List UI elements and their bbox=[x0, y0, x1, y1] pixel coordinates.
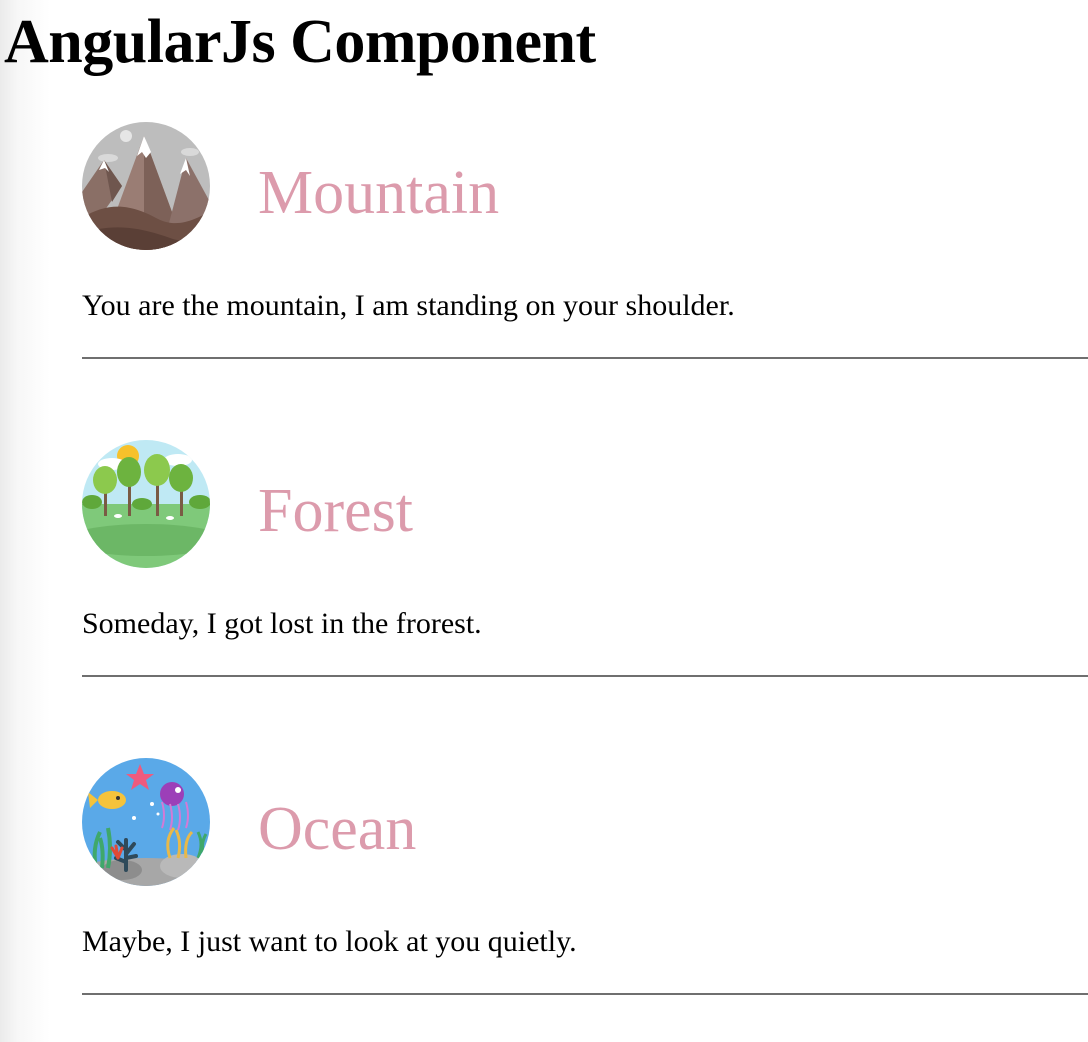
ocean-icon bbox=[82, 758, 210, 886]
forest-icon bbox=[82, 440, 210, 568]
divider bbox=[82, 675, 1088, 677]
divider bbox=[82, 357, 1088, 359]
card-text: You are the mountain, I am standing on y… bbox=[82, 289, 735, 322]
page-title: AngularJs Component bbox=[4, 8, 596, 76]
divider bbox=[82, 993, 1088, 995]
mountain-icon bbox=[82, 122, 210, 250]
card-ocean: Ocean Maybe, I just want to look at you … bbox=[82, 758, 1088, 998]
card-title: Ocean bbox=[258, 795, 417, 863]
card-text: Someday, I got lost in the frorest. bbox=[82, 607, 482, 640]
card-forest: Forest Someday, I got lost in the frores… bbox=[82, 440, 1088, 680]
card-text: Maybe, I just want to look at you quietl… bbox=[82, 925, 577, 958]
card-mountain: Mountain You are the mountain, I am stan… bbox=[82, 122, 1088, 362]
card-title: Mountain bbox=[258, 159, 500, 227]
card-title: Forest bbox=[258, 477, 413, 545]
